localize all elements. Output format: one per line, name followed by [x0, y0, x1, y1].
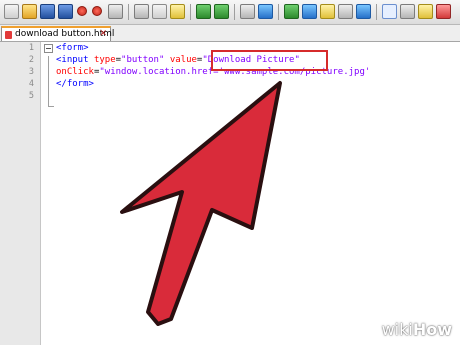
pointer-arrow-icon — [120, 81, 282, 326]
wikihow-watermark: wikiHow — [382, 320, 452, 339]
arrow-shape — [120, 81, 282, 326]
watermark-wiki: wiki — [381, 320, 413, 339]
watermark-how: How — [412, 320, 452, 339]
